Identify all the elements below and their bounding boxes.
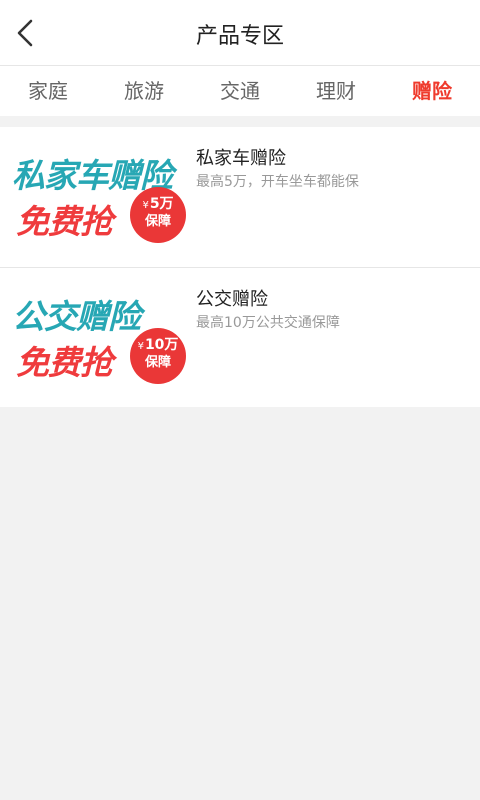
product-desc: 最高10万公共交通保障: [196, 315, 340, 331]
tab-finance[interactable]: 理财: [288, 66, 384, 116]
badge-label: 保障: [144, 213, 171, 229]
product-item[interactable]: 私家车赠险 免费抢 ¥5万 保障 私家车赠险 最高5万，开车坐车都能保: [0, 127, 480, 268]
product-item[interactable]: 公交赠险 免费抢 ¥10万 保障 公交赠险 最高10万公共交通保障: [0, 268, 480, 407]
banner-cta: 免费抢: [16, 202, 113, 241]
tab-family[interactable]: 家庭: [0, 66, 96, 116]
page-title: 产品专区: [195, 24, 284, 49]
tab-gift-insurance[interactable]: 赠险: [384, 66, 480, 116]
tab-travel[interactable]: 旅游: [96, 66, 192, 116]
product-name: 公交赠险: [196, 289, 268, 310]
badge-currency: ¥: [137, 341, 144, 352]
tab-traffic[interactable]: 交通: [192, 66, 288, 116]
product-banner: 公交赠险 免费抢 ¥10万 保障: [12, 290, 190, 390]
product-name: 私家车赠险: [196, 148, 286, 169]
badge-label: 保障: [144, 354, 171, 370]
product-banner: 私家车赠险 免费抢 ¥5万 保障: [12, 149, 190, 249]
product-desc: 最高5万，开车坐车都能保: [196, 174, 359, 190]
badge-amount: 10万: [144, 337, 179, 353]
banner-title: 公交赠险: [12, 297, 141, 336]
product-list: 私家车赠险 免费抢 ¥5万 保障 私家车赠险 最高5万，开车坐车都能保 公交赠险…: [0, 127, 480, 407]
category-tabs: 家庭 旅游 交通 理财 赠险: [0, 66, 480, 116]
top-bar: 产品专区: [0, 0, 480, 66]
banner-cta: 免费抢: [16, 343, 113, 382]
coverage-badge: ¥5万 保障: [130, 187, 186, 243]
badge-currency: ¥: [142, 200, 149, 211]
coverage-badge: ¥10万 保障: [130, 328, 186, 384]
badge-amount: 5万: [149, 196, 174, 212]
